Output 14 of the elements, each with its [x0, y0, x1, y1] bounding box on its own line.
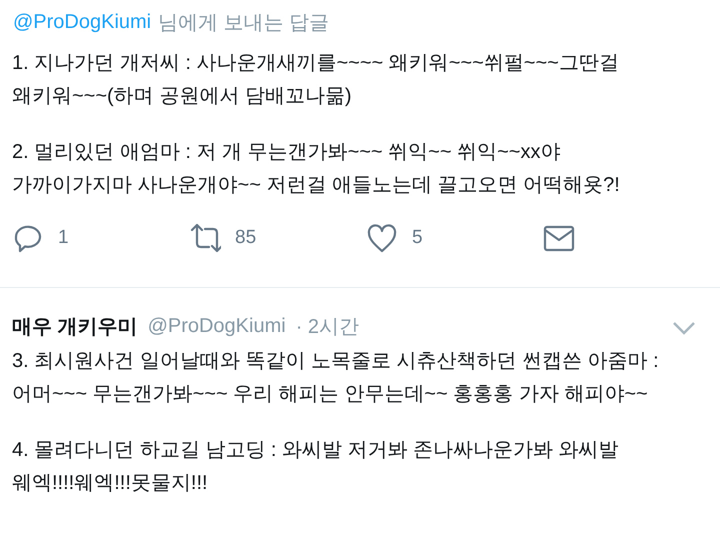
retweet-icon[interactable]	[189, 222, 221, 254]
tweet-paragraph: 4. 몰려다니던 하교길 남고딩 : 와씨발 저거봐 존나싸나운가봐 와씨발 웨엑!!!!웨엑!!!못물지!!!	[12, 438, 620, 496]
tweet-paragraph: 3. 최시원사건 일어날때와 똑같이 노목줄로 시츄산책하던 썬캡쓴 아줌마 : 어머~~~ 무는갠가봐~~~ 우리 해피는 안무는데~~ 홍홍홍 가자 해피야~~	[12, 349, 660, 407]
action-count: 1	[58, 227, 69, 249]
tweet-time: · 2시간	[296, 314, 360, 340]
author-name[interactable]: 매우 개키우미	[12, 312, 138, 340]
author-handle[interactable]: @ProDogKiumi	[148, 314, 286, 338]
user-handle-link[interactable]: @ProDogKiumi	[13, 10, 152, 34]
action-count: 5	[412, 227, 423, 249]
tweet-paragraph: 2. 멀리있던 애엄마 : 저 개 무는갠가봐~~~ 쒸익~~ 쒸익~~xx야 가까이가지마 사나운개야~~ 저런걸 애들노는데 끌고오면 어떡해욧?!	[12, 140, 621, 198]
heart-icon[interactable]	[366, 222, 398, 254]
action-count: 85	[235, 227, 256, 249]
reply-context-text: 님에게 보내는 답글	[158, 10, 330, 36]
tweet-paragraph: 1. 지나가던 개저씨 : 사나운개새끼를~~~~ 왜키워~~~쒸펄~~~그딴걸 왜키워~~~(하며 공원에서 담배꼬나묾)	[12, 51, 620, 109]
